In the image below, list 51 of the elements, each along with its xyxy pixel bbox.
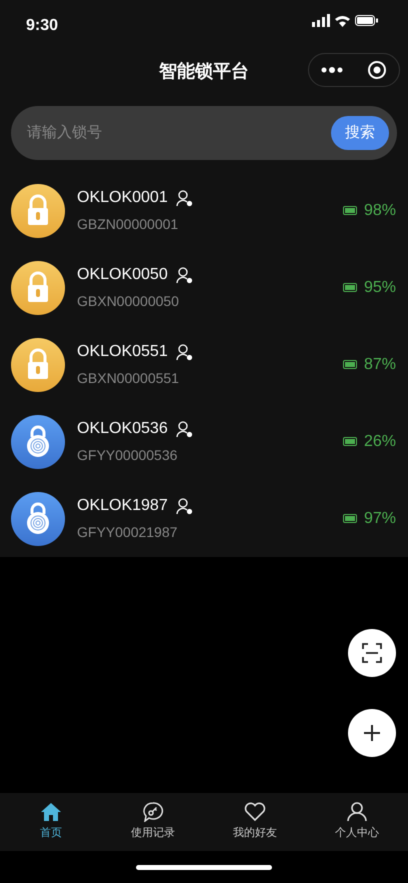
- battery-icon: [342, 360, 358, 369]
- user-settings-icon: [176, 498, 193, 514]
- tab-bar-item[interactable]: 我的好友: [204, 793, 306, 851]
- lock-serial: GBXN00000050: [77, 292, 180, 311]
- lock-serial: GFYY00000536: [77, 446, 178, 465]
- plus-icon: [363, 724, 381, 742]
- battery-percent: 97%: [364, 508, 396, 528]
- padlock-icon: [11, 260, 65, 314]
- padlock-icon: [11, 338, 65, 392]
- add-button[interactable]: [348, 709, 396, 757]
- user-settings-icon: [176, 190, 193, 206]
- search-field[interactable]: 请输入锁号 搜索: [11, 106, 397, 160]
- lock-serial: GBZN00000001: [77, 215, 180, 234]
- tab-bar-item[interactable]: 首页: [0, 793, 102, 851]
- search-button[interactable]: 搜索: [331, 116, 389, 150]
- battery-percent: 95%: [364, 278, 396, 298]
- battery-percent: 87%: [364, 354, 396, 374]
- close-icon[interactable]: [367, 60, 387, 80]
- user-settings-icon: [176, 266, 193, 284]
- signal-icon: [312, 14, 330, 27]
- battery-icon: [342, 437, 358, 446]
- lock-serial: GBXN00000551: [77, 369, 180, 388]
- battery-icon: [342, 206, 358, 215]
- padlock-icon: [11, 184, 65, 238]
- wifi-icon: [335, 14, 350, 26]
- chat-key-icon: [142, 802, 164, 822]
- more-icon[interactable]: [321, 67, 343, 73]
- fingerprint-lock-icon: [11, 492, 65, 546]
- lock-name: OKLOK0536: [77, 419, 168, 439]
- person-icon: [346, 802, 368, 822]
- home-icon: [40, 802, 62, 822]
- page-title: 智能锁平台: [159, 60, 249, 82]
- battery-icon: [342, 283, 358, 292]
- status-time: 9:30: [26, 16, 58, 36]
- heart-icon: [244, 802, 266, 822]
- tab-bar-item[interactable]: 使用记录: [102, 793, 204, 851]
- tab-bar-item[interactable]: 个人中心: [306, 793, 408, 851]
- lock-serial: GFYY00021987: [77, 523, 178, 542]
- user-settings-icon: [176, 420, 193, 438]
- battery-percent: 26%: [364, 432, 396, 452]
- lock-name: OKLOK1987: [77, 496, 168, 516]
- battery-icon: [342, 514, 358, 523]
- fingerprint-lock-icon: [11, 414, 65, 468]
- scan-icon: [362, 643, 382, 663]
- battery-percent: 98%: [364, 200, 396, 220]
- lock-name: OKLOK0551: [77, 342, 168, 362]
- lock-name: OKLOK0050: [77, 265, 168, 285]
- scan-button[interactable]: [348, 629, 396, 677]
- battery-status-icon: [355, 15, 378, 26]
- user-settings-icon: [176, 344, 193, 360]
- lock-name: OKLOK0001: [77, 188, 168, 208]
